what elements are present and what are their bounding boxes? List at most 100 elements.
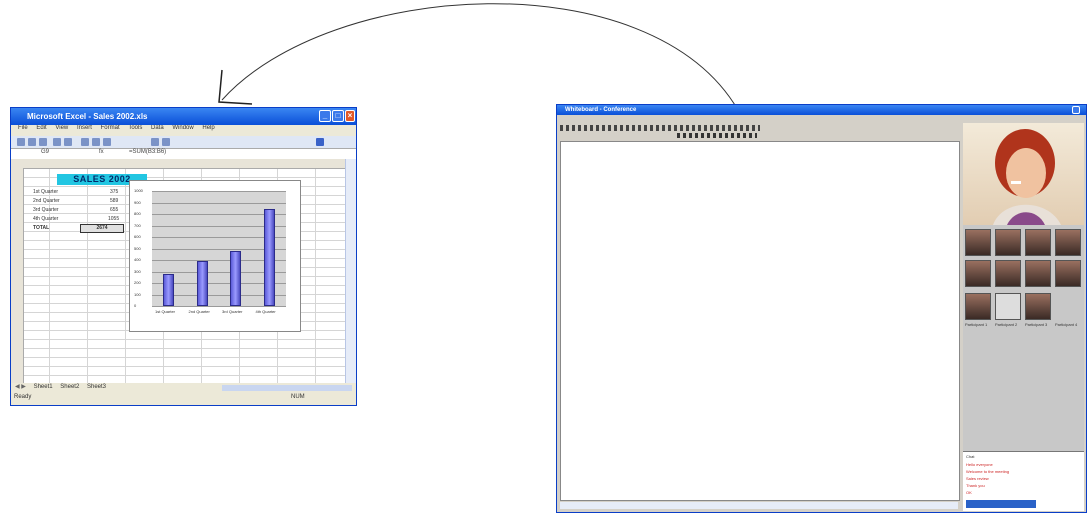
video-label-1: Participant 1 <box>965 322 988 327</box>
print-icon[interactable] <box>53 138 61 146</box>
chart-x-tick-2: 2nd Quarter <box>188 309 210 314</box>
participant-video-7[interactable] <box>1025 260 1051 287</box>
participant-video-9[interactable] <box>965 293 991 320</box>
chart-bar-3 <box>230 250 242 306</box>
tab-nav-icon[interactable]: ◀ ▶ <box>15 384 26 390</box>
menu-tools[interactable]: Tools <box>128 125 142 131</box>
chart-x-tick-4: 4th Quarter <box>255 309 276 314</box>
chart-y-tick-2: 200 <box>134 280 141 285</box>
conference-close-button[interactable] <box>1072 106 1080 114</box>
chart-gridline-0 <box>152 306 286 307</box>
chart-y-tick-8: 800 <box>134 211 141 216</box>
minimize-button[interactable]: _ <box>319 110 331 122</box>
row-value-q1: 375 <box>110 189 119 195</box>
chart-y-tick-3: 300 <box>134 268 141 274</box>
zoom-icon[interactable] <box>316 138 324 146</box>
video-side-panel: Participant 1 Participant 2 Participant … <box>963 123 1084 511</box>
conference-menu-bar[interactable] <box>560 117 960 123</box>
vertical-scrollbar[interactable] <box>345 159 356 383</box>
cut-icon[interactable] <box>81 138 89 146</box>
status-text: Ready <box>14 394 32 400</box>
chart-bar-2 <box>196 261 208 306</box>
formula-input[interactable]: =SUM(B3:B6) <box>129 149 166 155</box>
menu-insert[interactable]: Insert <box>77 125 92 131</box>
maximize-button[interactable]: □ <box>332 110 344 122</box>
excel-title-bar[interactable]: Microsoft Excel - Sales 2002.xls _ □ × <box>11 108 356 125</box>
sort-icon[interactable] <box>162 138 170 146</box>
save-icon[interactable] <box>39 138 47 146</box>
chart-y-tick-9: 900 <box>134 199 141 205</box>
chart-bar-4 <box>263 209 275 306</box>
row-label-q2: 2nd Quarter <box>33 198 60 204</box>
formula-bar: G9 fx =SUM(B3:B6) <box>11 148 356 159</box>
participant-video-11[interactable] <box>1025 293 1051 320</box>
preview-icon[interactable] <box>64 138 72 146</box>
status-num: NUM <box>291 394 305 400</box>
chat-line-4: Thank you <box>966 483 985 488</box>
chat-send-bar[interactable] <box>966 500 1036 508</box>
tab-sheet1[interactable]: Sheet1 <box>34 384 53 390</box>
chart-y-tick-6: 600 <box>134 234 141 239</box>
chart-gridline-9 <box>152 202 286 204</box>
new-icon[interactable] <box>17 138 25 146</box>
row-label-q3: 3rd Quarter <box>33 207 59 213</box>
open-icon[interactable] <box>28 138 36 146</box>
whiteboard-canvas[interactable] <box>560 141 960 501</box>
name-box[interactable]: G9 <box>41 149 49 155</box>
fx-icon: fx <box>99 149 104 155</box>
column-headers <box>11 159 345 169</box>
excel-title: Microsoft Excel - Sales 2002.xls <box>27 112 148 121</box>
status-bar: Ready NUM <box>11 394 356 404</box>
row-value-q2: 589 <box>110 198 119 204</box>
row-label-q1: 1st Quarter <box>33 189 59 195</box>
video-label-2: Participant 2 <box>995 322 1018 327</box>
conference-window: Whiteboard - Conference Participant 1 Pa… <box>556 104 1087 513</box>
chart-y-tick-1: 100 <box>134 291 141 297</box>
conference-title-bar[interactable]: Whiteboard - Conference <box>557 105 1086 115</box>
row-label-q4: 4th Quarter <box>33 216 59 222</box>
participant-video-8[interactable] <box>1055 260 1081 287</box>
tab-sheet3[interactable]: Sheet3 <box>87 384 106 390</box>
participant-video-5[interactable] <box>965 260 991 287</box>
row-value-q3: 655 <box>110 207 119 213</box>
menu-window[interactable]: Window <box>172 125 193 131</box>
excel-menu-bar: File Edit View Insert Format Tools Data … <box>11 125 356 136</box>
menu-file[interactable]: File <box>18 125 28 131</box>
drawing-toolbar[interactable] <box>560 125 760 131</box>
menu-help[interactable]: Help <box>202 125 214 131</box>
participant-video-3[interactable] <box>1025 229 1051 256</box>
menu-view[interactable]: View <box>55 125 68 131</box>
chat-line-5: OK <box>966 490 972 495</box>
conference-title: Whiteboard - Conference <box>565 107 637 113</box>
horizontal-scrollbar[interactable] <box>222 385 352 391</box>
chart-y-tick-7: 700 <box>134 222 141 228</box>
sales-chart[interactable]: 1st Quarter 2nd Quarter 3rd Quarter 4th Qua… <box>129 180 301 332</box>
excel-toolbar <box>11 136 356 148</box>
main-video <box>963 123 1084 225</box>
video-label-3: Participant 3 <box>1025 322 1048 327</box>
presenter-portrait-icon <box>993 129 1061 225</box>
menu-data[interactable]: Data <box>151 125 164 131</box>
copy-icon[interactable] <box>92 138 100 146</box>
participant-video-6[interactable] <box>995 260 1021 287</box>
chat-line-2: Welcome to the meeting <box>966 469 1010 474</box>
menu-edit[interactable]: Edit <box>36 125 46 131</box>
participant-video-1[interactable] <box>965 229 991 256</box>
menu-format[interactable]: Format <box>101 125 120 131</box>
format-toolbar[interactable] <box>677 133 757 138</box>
chart-wizard-icon[interactable] <box>151 138 159 146</box>
chart-y-tick-5: 500 <box>134 245 141 251</box>
chart-y-tick-0: 0 <box>134 303 137 308</box>
chat-line-3: Sales review <box>966 476 989 481</box>
close-button[interactable]: × <box>345 110 355 122</box>
chart-x-tick-1: 1st Quarter <box>155 309 176 314</box>
participant-video-2[interactable] <box>995 229 1021 256</box>
total-cell[interactable]: 2674 <box>80 224 124 233</box>
tab-sheet2[interactable]: Sheet2 <box>60 384 79 390</box>
chart-x-tick-3: 3rd Quarter <box>222 309 243 314</box>
paste-icon[interactable] <box>103 138 111 146</box>
canvas-scrollbar[interactable] <box>560 502 958 509</box>
participant-video-4[interactable] <box>1055 229 1081 256</box>
participant-video-10[interactable] <box>995 293 1021 320</box>
chat-panel: Chat Hello everyone Welcome to the meeti… <box>963 451 1084 511</box>
